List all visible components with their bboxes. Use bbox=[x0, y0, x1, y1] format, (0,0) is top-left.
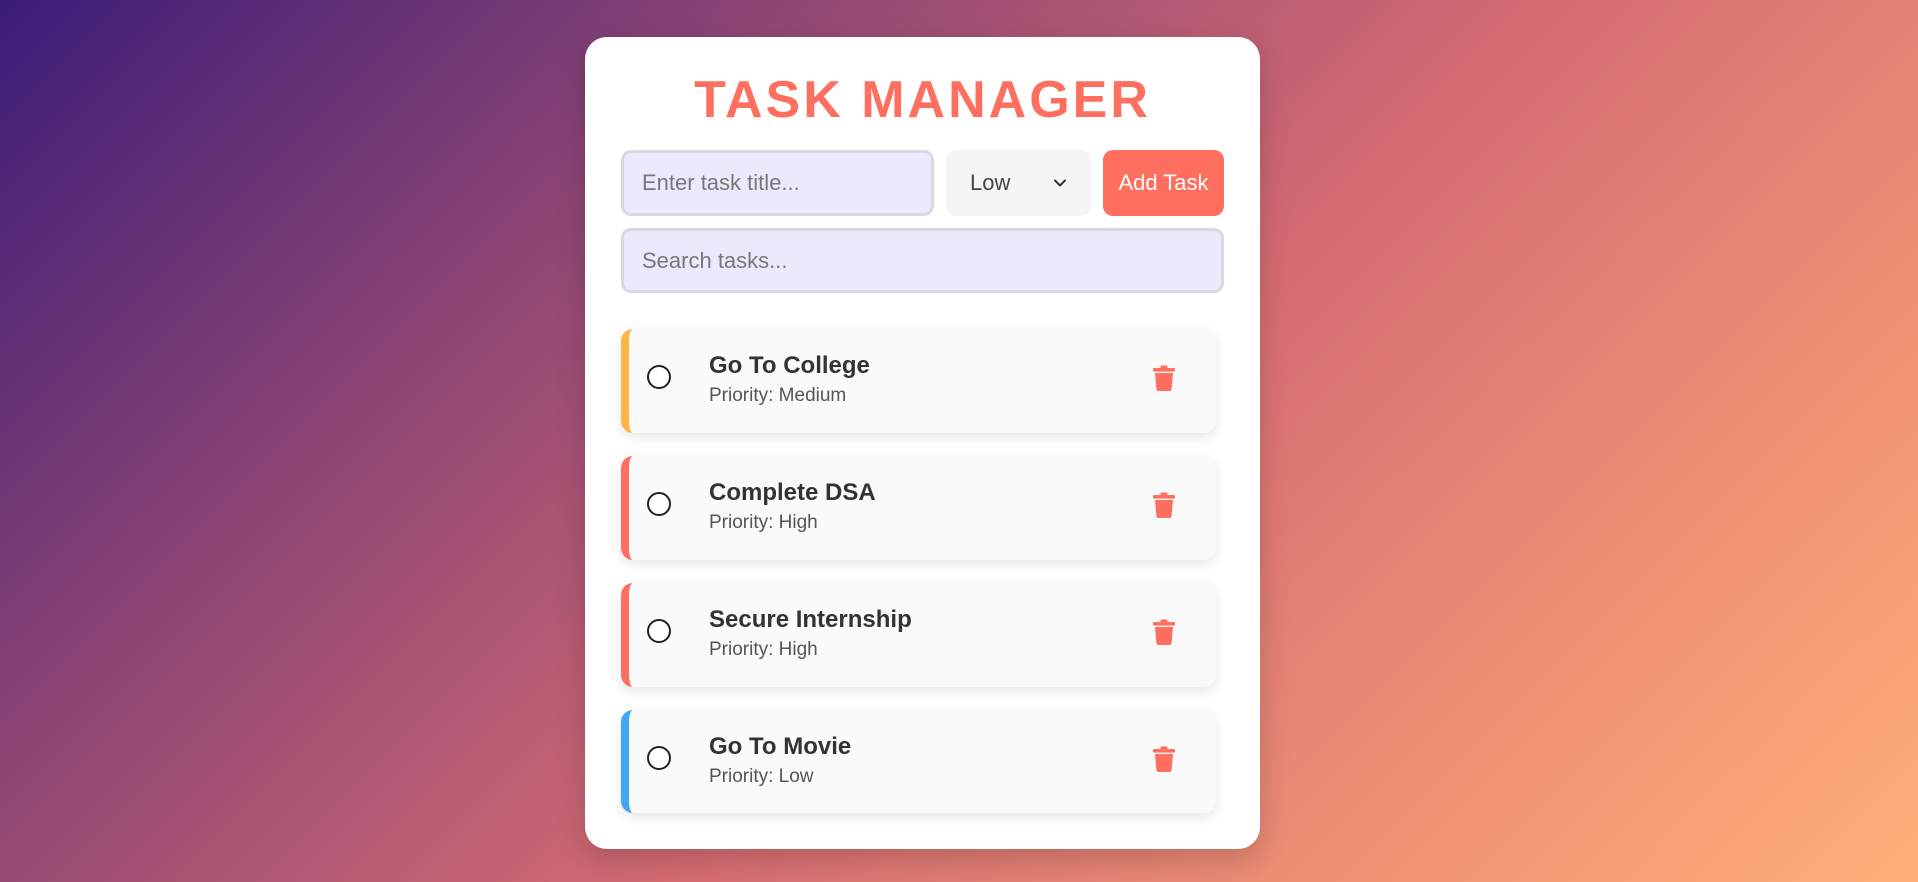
delete-task-button[interactable] bbox=[1151, 617, 1177, 647]
task-title-input[interactable] bbox=[621, 150, 934, 216]
page-title: TASK MANAGER bbox=[694, 71, 1151, 129]
circle-checkbox-icon[interactable] bbox=[647, 619, 671, 643]
task-priority: Priority: Medium bbox=[709, 385, 847, 406]
task-item: Go To Movie Priority: Low bbox=[621, 710, 1216, 813]
trash-icon bbox=[1153, 619, 1175, 645]
circle-checkbox-icon[interactable] bbox=[647, 746, 671, 770]
task-title: Complete DSA bbox=[709, 479, 876, 506]
search-input[interactable] bbox=[621, 228, 1224, 293]
delete-task-button[interactable] bbox=[1151, 744, 1177, 774]
add-task-button[interactable]: Add Task bbox=[1103, 150, 1224, 216]
task-priority: Priority: High bbox=[709, 639, 818, 660]
trash-icon bbox=[1153, 492, 1175, 518]
task-title: Go To Movie bbox=[709, 733, 852, 760]
circle-checkbox-icon[interactable] bbox=[647, 492, 671, 516]
task-title: Go To College bbox=[709, 352, 870, 379]
task-list: Go To College Priority: Medium Complete … bbox=[621, 329, 1216, 813]
task-priority: Priority: Low bbox=[709, 766, 814, 787]
trash-icon bbox=[1153, 746, 1175, 772]
task-priority: Priority: High bbox=[709, 512, 818, 533]
delete-task-button[interactable] bbox=[1151, 363, 1177, 393]
priority-select-value: Low bbox=[970, 170, 1011, 195]
chevron-down-icon bbox=[1054, 179, 1066, 187]
circle-checkbox-icon[interactable] bbox=[647, 365, 671, 389]
priority-select[interactable]: Low bbox=[946, 150, 1091, 216]
task-item: Go To College Priority: Medium bbox=[621, 329, 1216, 433]
task-title: Secure Internship bbox=[709, 606, 912, 633]
task-item: Secure Internship Priority: High bbox=[621, 583, 1216, 687]
delete-task-button[interactable] bbox=[1151, 490, 1177, 520]
trash-icon bbox=[1153, 365, 1175, 391]
task-manager-card: TASK MANAGER Low Add Task Go To College … bbox=[585, 37, 1260, 849]
task-item: Complete DSA Priority: High bbox=[621, 456, 1216, 560]
